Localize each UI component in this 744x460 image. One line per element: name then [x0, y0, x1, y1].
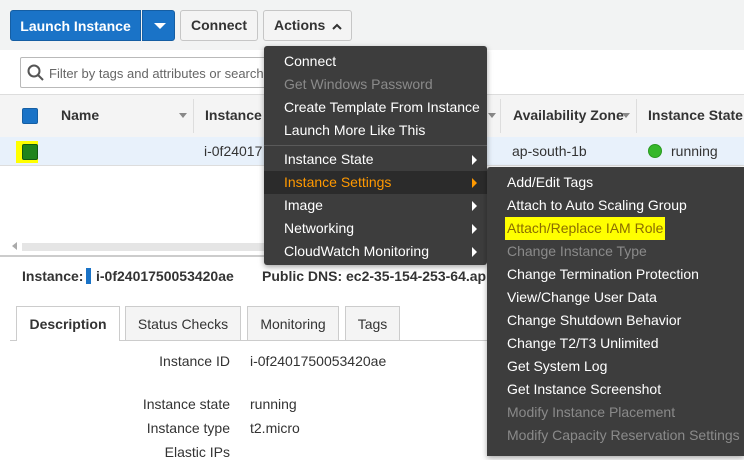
submenu-arrow-icon — [472, 178, 477, 188]
launch-dropdown-button[interactable] — [142, 10, 175, 41]
instance-id-value: i-0f2401750053420ae — [96, 268, 234, 284]
desc-key-elastic-ips: Elastic IPs — [164, 444, 230, 460]
menu-item-instance-placement: Modify Instance Placement — [507, 404, 676, 420]
desc-value-instance-type: t2.micro — [250, 420, 300, 436]
menu-item-capacity-reservation: Modify Capacity Reservation Settings — [507, 427, 740, 443]
row-instance-id: i-0f24017 — [204, 143, 263, 159]
menu-item-add-edit-tags[interactable]: Add/Edit Tags — [507, 171, 593, 194]
menu-item-attach-iam-role[interactable]: Attach/Replace IAM Role — [505, 217, 666, 240]
launch-instance-button[interactable]: Launch Instance — [10, 10, 141, 41]
tab-tags[interactable]: Tags — [345, 306, 400, 340]
actions-menu: Connect Get Windows Password Create Temp… — [264, 46, 487, 265]
scroll-left-icon[interactable] — [12, 242, 17, 250]
menu-item-user-data[interactable]: View/Change User Data — [507, 286, 657, 309]
cloudwatch-label: CloudWatch Monitoring — [284, 243, 429, 259]
sort-icon[interactable] — [488, 113, 496, 118]
submenu-arrow-icon — [472, 155, 477, 165]
column-instance-state[interactable]: Instance State — [648, 107, 743, 123]
networking-label: Networking — [284, 220, 355, 236]
menu-item-get-windows-password: Get Windows Password — [284, 76, 433, 92]
column-divider — [500, 99, 501, 133]
submenu-arrow-icon — [472, 201, 477, 211]
instance-label: Instance: — [22, 268, 84, 284]
menu-item-instance-settings[interactable]: Instance Settings — [264, 171, 487, 194]
image-label: Image — [284, 197, 323, 213]
filter-input[interactable] — [49, 64, 277, 82]
menu-item-create-template[interactable]: Create Template From Instance — [284, 96, 480, 119]
menu-item-connect[interactable]: Connect — [284, 50, 336, 73]
sort-icon[interactable] — [179, 113, 187, 118]
menu-item-instance-state[interactable]: Instance State — [284, 148, 487, 171]
instance-marker — [86, 268, 91, 284]
instance-state-label: Instance State — [284, 151, 374, 167]
menu-item-instance-screenshot[interactable]: Get Instance Screenshot — [507, 378, 661, 401]
tab-monitoring[interactable]: Monitoring — [247, 306, 339, 340]
tab-status-checks[interactable]: Status Checks — [125, 306, 241, 340]
desc-key-instance-type: Instance type — [146, 420, 230, 436]
menu-item-change-instance-type: Change Instance Type — [507, 243, 647, 259]
menu-item-launch-more[interactable]: Launch More Like This — [284, 119, 425, 142]
menu-item-attach-auto-scaling[interactable]: Attach to Auto Scaling Group — [507, 194, 687, 217]
desc-value-instance-state: running — [250, 396, 297, 412]
menu-separator — [264, 145, 487, 146]
menu-item-image[interactable]: Image — [284, 194, 487, 217]
row-availability-zone: ap-south-1b — [512, 143, 587, 159]
column-name[interactable]: Name — [61, 107, 99, 123]
row-instance-state: running — [671, 143, 718, 159]
public-dns-label: Public DNS: — [262, 268, 343, 284]
menu-item-termination-protection[interactable]: Change Termination Protection — [507, 263, 699, 286]
menu-item-networking[interactable]: Networking — [284, 217, 487, 240]
select-all-checkbox[interactable] — [22, 108, 38, 124]
instance-settings-submenu: Add/Edit Tags Attach to Auto Scaling Gro… — [487, 167, 744, 456]
desc-key-instance-id: Instance ID — [159, 353, 230, 369]
instance-settings-label: Instance Settings — [284, 174, 392, 190]
menu-item-shutdown-behavior[interactable]: Change Shutdown Behavior — [507, 309, 681, 332]
sort-icon[interactable] — [622, 113, 630, 118]
menu-item-cloudwatch[interactable]: CloudWatch Monitoring — [284, 240, 487, 263]
submenu-arrow-icon — [472, 247, 477, 257]
tab-description[interactable]: Description — [16, 306, 120, 341]
column-divider — [193, 99, 194, 133]
public-dns-value: ec2-35-154-253-64.ap — [346, 268, 487, 284]
desc-value-instance-id: i-0f2401750053420ae — [250, 353, 387, 369]
actions-button[interactable]: Actions — [263, 10, 352, 41]
column-divider — [636, 99, 637, 133]
search-icon — [27, 64, 44, 81]
submenu-arrow-icon — [472, 224, 477, 234]
row-checkbox[interactable] — [22, 144, 38, 160]
menu-item-system-log[interactable]: Get System Log — [507, 355, 607, 378]
running-status-icon — [648, 144, 662, 158]
column-instance-id[interactable]: Instance I — [205, 107, 270, 123]
actions-label: Actions — [274, 17, 326, 33]
column-availability-zone[interactable]: Availability Zone — [513, 107, 624, 123]
filter-box — [20, 57, 280, 88]
caret-up-icon — [332, 23, 342, 30]
connect-button[interactable]: Connect — [180, 10, 258, 41]
menu-item-t2-t3-unlimited[interactable]: Change T2/T3 Unlimited — [507, 332, 658, 355]
desc-key-instance-state: Instance state — [142, 396, 230, 412]
